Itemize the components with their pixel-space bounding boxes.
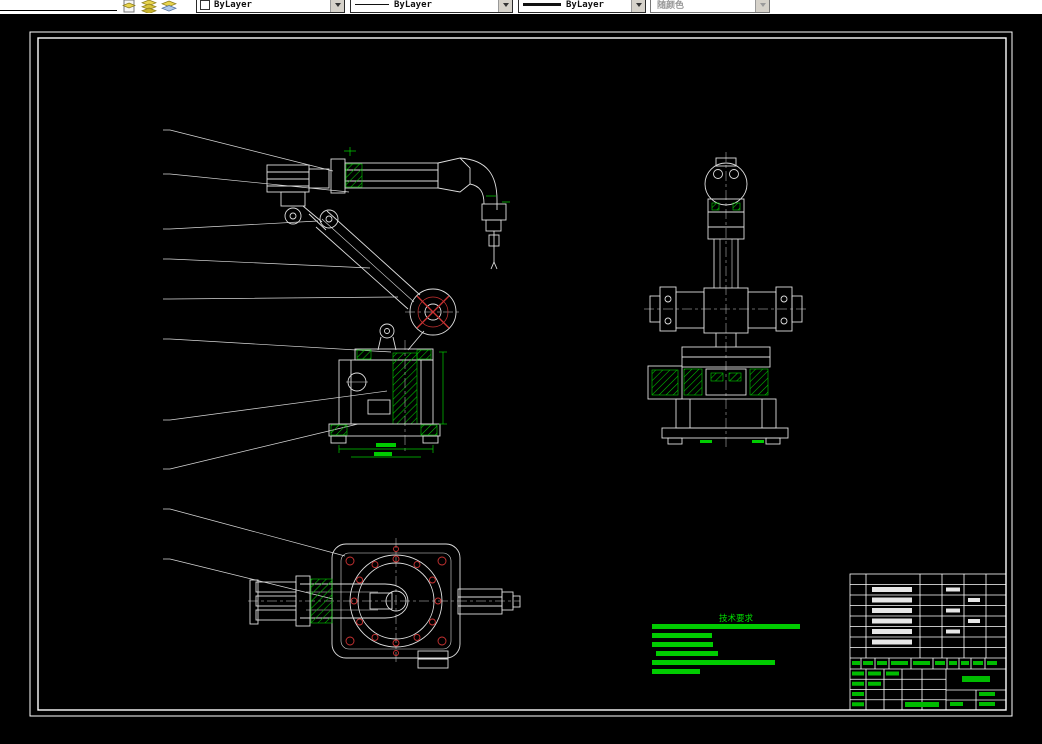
drawing-frame	[29, 31, 1013, 717]
color-swatch	[200, 0, 210, 10]
linetype-combo[interactable]: ByLayer	[350, 0, 513, 13]
chevron-down-icon	[755, 0, 769, 12]
color-combo-value: ByLayer	[214, 0, 252, 10]
chevron-down-icon[interactable]	[498, 0, 512, 12]
front-view	[266, 157, 507, 452]
object-properties-toolbar: ByLayer ByLayer ByLayer 随颜色	[0, 0, 1042, 14]
linetype-preview	[355, 4, 389, 5]
make-layer-current-icon[interactable]	[141, 0, 157, 14]
layer-previous-icon[interactable]	[161, 0, 177, 13]
chevron-down-icon[interactable]	[330, 0, 344, 12]
chevron-down-icon[interactable]	[631, 0, 645, 12]
tech-requirements: 技术要求	[652, 613, 800, 674]
plot-style-combo: 随颜色	[650, 0, 770, 13]
side-view	[644, 152, 806, 450]
side-view-dimensions	[700, 440, 764, 443]
toolbar-left-panel	[0, 0, 117, 11]
lineweight-combo-value: ByLayer	[566, 0, 604, 10]
lineweight-combo[interactable]: ByLayer	[518, 0, 646, 13]
leader-lines	[163, 129, 399, 600]
front-view-dimensions	[338, 147, 510, 458]
lineweight-preview	[523, 3, 561, 6]
tech-requirements-title: 技术要求	[719, 613, 754, 624]
title-block-text-placeholders	[852, 587, 997, 707]
drawing-canvas[interactable]: 技术要求	[0, 0, 1042, 744]
linetype-combo-value: ByLayer	[394, 0, 432, 10]
top-view	[248, 538, 521, 669]
tech-requirements-text-lines	[652, 624, 800, 674]
plot-style-combo-value: 随颜色	[657, 1, 685, 11]
color-combo[interactable]: ByLayer	[196, 0, 345, 13]
layer-properties-manager-icon[interactable]	[121, 0, 137, 13]
